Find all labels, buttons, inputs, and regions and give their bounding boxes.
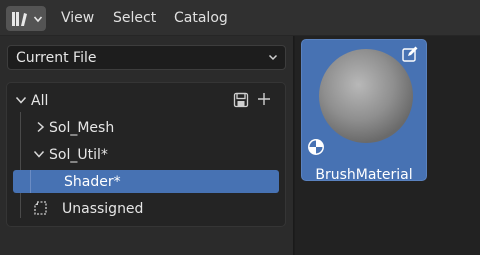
material-type-icon (307, 138, 325, 160)
chevron-down-icon (267, 51, 279, 67)
tree-item-shader[interactable]: Shader* (13, 170, 279, 193)
library-dropdown-value: Current File (16, 49, 97, 66)
tree-item-label: Sol_Util* (49, 146, 108, 163)
chevron-down-icon[interactable] (15, 94, 27, 110)
editor-type-button[interactable] (6, 6, 46, 31)
save-catalog-icon[interactable] (233, 92, 249, 112)
tree-item-label: All (31, 92, 49, 109)
chevron-down-icon[interactable] (33, 148, 45, 164)
edit-icon[interactable] (401, 45, 419, 67)
catalog-tree: All Sol_Mesh Sol_Util* Shader* Unassigne… (6, 82, 286, 227)
menu-view[interactable]: View (61, 10, 94, 26)
unassigned-catalog-icon (33, 200, 49, 220)
tree-item-label: Sol_Mesh (49, 119, 115, 136)
asset-tile-brushmaterial[interactable]: BrushMaterial (301, 39, 427, 183)
tree-item-unassigned[interactable]: Unassigned (7, 197, 285, 220)
header-bar: View Select Catalog (0, 0, 480, 36)
tree-item-sol-util[interactable]: Sol_Util* (7, 143, 285, 166)
chevron-right-icon[interactable] (34, 121, 46, 137)
tree-item-label: Shader* (64, 173, 121, 190)
asset-name: BrushMaterial (315, 167, 413, 183)
tree-item-label: Unassigned (62, 200, 144, 217)
catalog-panel: Current File All Sol_Mesh Sol_Util* Shad… (0, 36, 294, 255)
menu-catalog[interactable]: Catalog (174, 10, 228, 26)
add-catalog-icon[interactable] (257, 92, 271, 110)
tree-item-sol-mesh[interactable]: Sol_Mesh (7, 116, 285, 139)
chevron-down-icon (33, 14, 43, 24)
asset-browser-icon (10, 10, 30, 28)
tree-guide-line (30, 170, 31, 193)
asset-browser: View Select Catalog Current File All Sol… (0, 0, 480, 255)
asset-grid: BrushMaterial (295, 36, 480, 255)
menu-select[interactable]: Select (113, 10, 156, 26)
library-dropdown[interactable]: Current File (7, 45, 286, 70)
